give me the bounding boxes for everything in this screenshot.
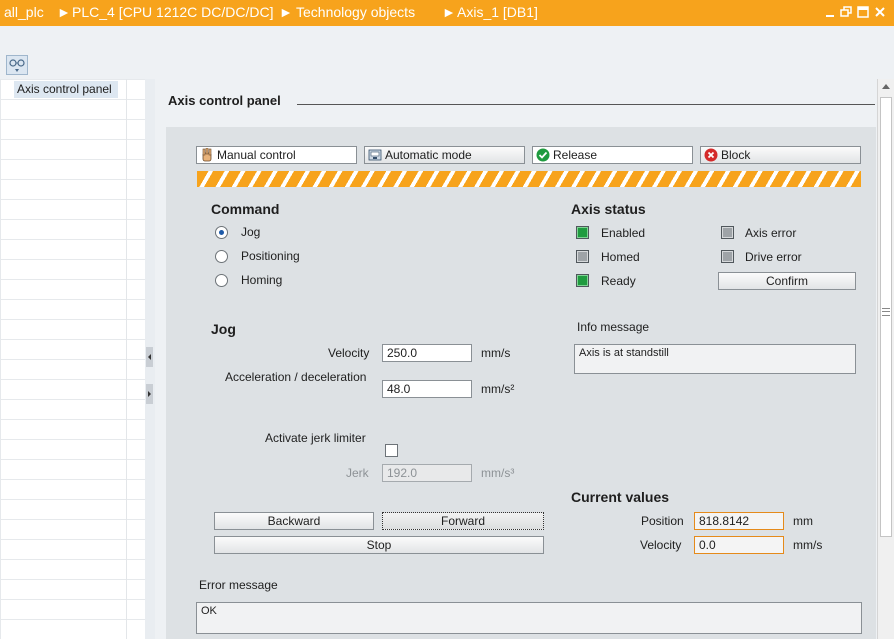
breadcrumb-separator-icon: ► (279, 4, 293, 20)
info-message-label: Info message (577, 320, 650, 334)
breadcrumb-axis[interactable]: Axis_1 [DB1] (457, 4, 538, 20)
position-unit: mm (793, 514, 813, 528)
acceleration-unit: mm/s² (481, 382, 515, 396)
position-value: 818.8142 (694, 512, 784, 530)
current-values-heading: Current values (571, 489, 670, 505)
check-circle-icon (536, 148, 550, 162)
block-x-icon (704, 148, 718, 162)
ready-led (576, 274, 589, 287)
manual-control-label: Manual control (217, 148, 296, 162)
breadcrumb-separator-icon: ► (57, 4, 71, 20)
panel-title: Axis control panel (168, 93, 281, 108)
jerk-input[interactable]: 192.0 (382, 464, 472, 482)
current-velocity-label: Velocity (640, 538, 682, 552)
tree-item-axis-control-panel[interactable]: Axis control panel (14, 81, 118, 98)
collapse-left-icon[interactable] (146, 347, 153, 367)
position-label: Position (641, 514, 684, 528)
info-message-box: Axis is at standstill (574, 344, 856, 374)
release-button[interactable]: Release (532, 146, 693, 164)
radio-homing-label: Homing (241, 273, 283, 287)
jerk-limiter-label: Activate jerk limiter (265, 431, 366, 445)
command-heading: Command (211, 201, 280, 217)
backward-button[interactable]: Backward (214, 512, 374, 530)
jog-heading: Jog (211, 321, 236, 337)
velocity-label: Velocity (328, 346, 370, 360)
hand-icon (200, 147, 214, 162)
title-divider (297, 104, 875, 105)
breadcrumb-technology-objects[interactable]: Technology objects (296, 4, 415, 20)
current-velocity-unit: mm/s (793, 538, 823, 552)
manual-control-button[interactable]: Manual control (196, 146, 357, 164)
axis-error-led (721, 226, 734, 239)
homed-label: Homed (601, 250, 640, 264)
breadcrumb-project[interactable]: all_plc (4, 4, 44, 20)
scroll-grip-icon (882, 308, 890, 316)
scroll-up-icon[interactable] (882, 84, 890, 89)
error-message-box: OK (196, 602, 862, 634)
expand-right-icon[interactable] (146, 384, 153, 404)
title-bar: all_plc ► PLC_4 [CPU 1212C DC/DC/DC] ► T… (0, 0, 894, 26)
homed-led (576, 250, 589, 263)
drive-error-led (721, 250, 734, 263)
radio-positioning[interactable] (215, 250, 228, 263)
toolbar-area (0, 26, 894, 54)
acceleration-label: Acceleration / deceleration (225, 370, 367, 384)
release-label: Release (553, 148, 598, 162)
ready-label: Ready (601, 274, 636, 288)
jerk-unit: mm/s³ (481, 466, 515, 480)
manual-control-indicator-stripe (197, 171, 861, 187)
vertical-scrollbar[interactable] (877, 79, 894, 639)
block-label: Block (721, 148, 751, 162)
automatic-mode-button[interactable]: Automatic mode (364, 146, 525, 164)
breadcrumb-plc[interactable]: PLC_4 [CPU 1212C DC/DC/DC] (72, 4, 274, 20)
restore-icon[interactable] (840, 5, 852, 19)
enabled-led (576, 226, 589, 239)
error-message-label: Error message (199, 578, 278, 592)
confirm-button[interactable]: Confirm (718, 272, 856, 290)
breadcrumb-separator-icon: ► (442, 4, 456, 20)
acceleration-input[interactable]: 48.0 (382, 380, 472, 398)
radio-jog[interactable] (215, 226, 228, 239)
radio-jog-label: Jog (241, 225, 261, 239)
block-button[interactable]: Block (700, 146, 861, 164)
splitter[interactable] (145, 79, 155, 639)
axis-status-heading: Axis status (571, 201, 646, 217)
current-velocity-value: 0.0 (694, 536, 784, 554)
jerk-limiter-checkbox[interactable] (385, 444, 398, 457)
glasses-icon[interactable] (6, 55, 28, 75)
close-icon[interactable] (874, 5, 886, 19)
axis-error-label: Axis error (745, 226, 797, 240)
navigation-tree (0, 79, 146, 639)
enabled-label: Enabled (601, 226, 646, 240)
radio-homing[interactable] (215, 274, 228, 287)
automatic-mode-icon (368, 148, 382, 162)
minimize-icon[interactable] (824, 5, 836, 19)
jerk-label: Jerk (346, 466, 369, 480)
stop-button[interactable]: Stop (214, 536, 544, 554)
radio-positioning-label: Positioning (241, 249, 300, 263)
automatic-mode-label: Automatic mode (385, 148, 472, 162)
forward-button[interactable]: Forward (382, 512, 544, 530)
velocity-input[interactable]: 250.0 (382, 344, 472, 362)
float-icon[interactable] (857, 5, 869, 19)
drive-error-label: Drive error (745, 250, 802, 264)
velocity-unit: mm/s (481, 346, 511, 360)
scroll-thumb[interactable] (880, 97, 892, 537)
sub-toolbar (0, 53, 894, 79)
